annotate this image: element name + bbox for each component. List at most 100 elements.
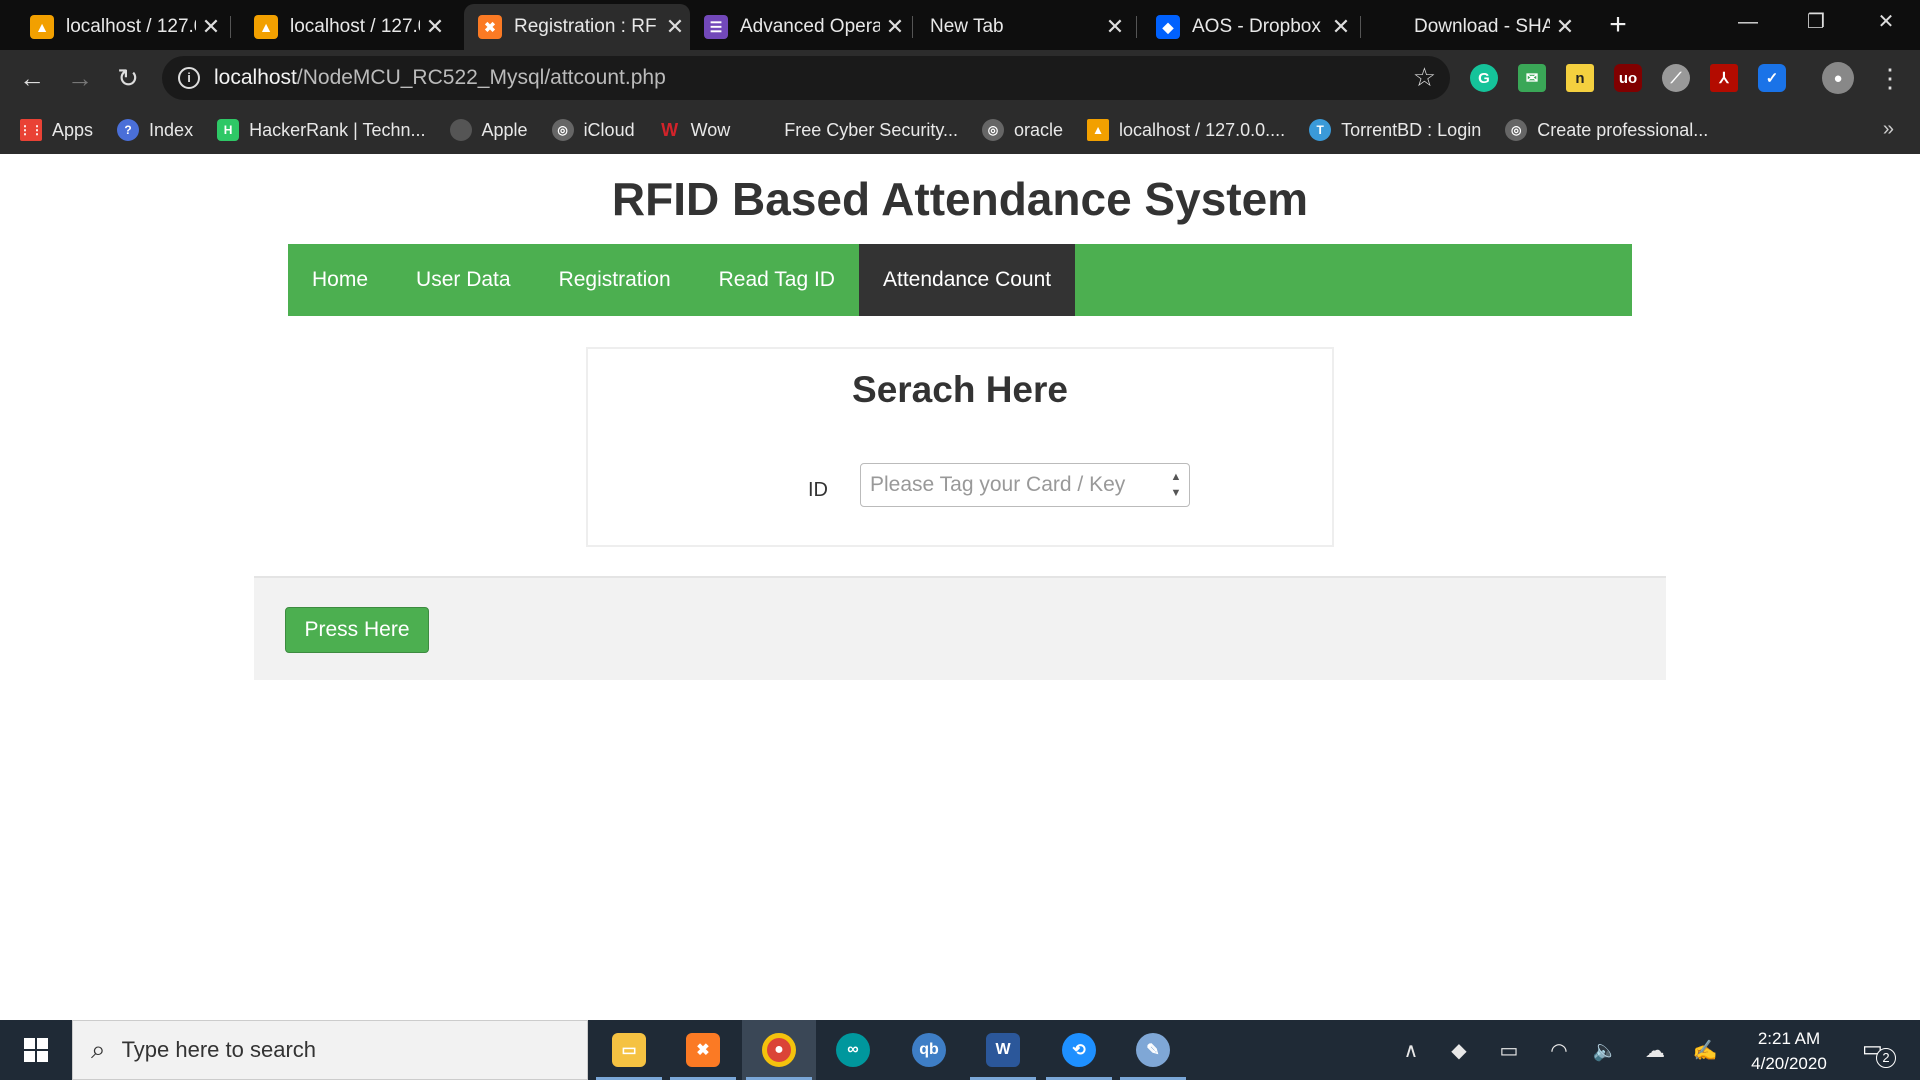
nav-home[interactable]: Home xyxy=(288,244,392,316)
id-label: ID xyxy=(808,479,828,501)
bookmark-hackerrank[interactable]: H HackerRank | Techn... xyxy=(217,119,426,141)
mail-extension-icon[interactable]: ✉ xyxy=(1518,64,1546,92)
xampp-icon: ✖ xyxy=(686,1033,720,1067)
torrentbd-icon: T xyxy=(1309,119,1332,141)
taskbar-search[interactable]: ⌕ Type here to search xyxy=(72,1020,588,1080)
chevron-up-icon[interactable]: ∧ xyxy=(1396,1038,1426,1063)
word-app[interactable]: W xyxy=(966,1020,1040,1080)
notification-center[interactable]: ▭ 2 xyxy=(1862,1036,1896,1068)
dropbox-icon[interactable]: ◆ xyxy=(1444,1038,1474,1063)
bookmark-torrentbd[interactable]: T TorrentBD : Login xyxy=(1309,119,1481,141)
bookmark-index[interactable]: ? Index xyxy=(117,119,193,141)
bookmark-oracle[interactable]: ◎ oracle xyxy=(982,119,1063,141)
tab-download[interactable]: Download - SHA ✕ xyxy=(1400,4,1580,50)
tab-divider xyxy=(230,16,231,38)
volume-icon[interactable]: 🔈 xyxy=(1590,1038,1620,1063)
bookmark-localhost[interactable]: ▲ localhost / 127.0.0.... xyxy=(1087,119,1285,141)
system-clock[interactable]: 2:21 AM 4/20/2020 xyxy=(1734,1026,1844,1076)
notion-extension-icon[interactable]: n xyxy=(1566,64,1594,92)
browser-toolbar: ← → ↻ i localhost/NodeMCU_RC522_Mysql/at… xyxy=(0,50,1920,106)
pdf-extension-icon[interactable]: ⅄ xyxy=(1710,64,1738,92)
chevron-right-icon[interactable]: » xyxy=(1883,118,1894,141)
search-panel: Serach Here ID ▲ ▼ xyxy=(586,347,1334,547)
close-icon[interactable]: ✕ xyxy=(196,14,226,40)
wow-icon: W xyxy=(661,119,679,140)
hackerrank-icon: H xyxy=(217,119,240,141)
tab-dropbox[interactable]: ◆ AOS - Dropbox ✕ xyxy=(1142,4,1356,50)
tab-advanced-opera[interactable]: ☰ Advanced Opera ✕ xyxy=(690,4,910,50)
url-text[interactable]: localhost/NodeMCU_RC522_Mysql/attcount.p… xyxy=(214,66,666,90)
form-icon: ☰ xyxy=(704,15,728,39)
arduino-app[interactable]: ∞ xyxy=(816,1020,890,1080)
search-icon: ⌕ xyxy=(91,1034,106,1064)
restore-button[interactable]: ❐ xyxy=(1782,0,1850,44)
minimize-button[interactable]: — xyxy=(1714,0,1782,44)
close-icon[interactable]: ✕ xyxy=(1100,14,1130,40)
apps-grid-icon: ⋮⋮ xyxy=(19,119,43,141)
pen-icon[interactable]: ✍ xyxy=(1690,1038,1720,1063)
tab-localhost-1[interactable]: ▲ localhost / 127.0 ✕ xyxy=(16,4,226,50)
windows-taskbar: ⌕ Type here to search ▭ ✖ ● ∞ qb W ⟲ ✎ ∧… xyxy=(0,1020,1920,1080)
avatar[interactable]: ● xyxy=(1822,62,1854,94)
close-icon[interactable]: ✕ xyxy=(1550,14,1580,40)
new-tab-button[interactable]: + xyxy=(1600,8,1636,44)
web-page: RFID Based Attendance System Home User D… xyxy=(0,154,1920,1020)
dropbox-icon: ◆ xyxy=(1156,15,1180,39)
sync-app[interactable]: ⟲ xyxy=(1042,1020,1116,1080)
qbittorrent-app[interactable]: qb xyxy=(892,1020,966,1080)
ublock-icon[interactable]: uo xyxy=(1614,64,1642,92)
press-here-button[interactable]: Press Here xyxy=(285,607,429,653)
nav-registration[interactable]: Registration xyxy=(535,244,695,316)
start-button[interactable] xyxy=(0,1020,72,1080)
close-icon[interactable]: ✕ xyxy=(880,14,910,40)
chrome-app[interactable]: ● xyxy=(742,1020,816,1080)
notification-count: 2 xyxy=(1876,1048,1896,1068)
bookmark-apps[interactable]: ⋮⋮ Apps xyxy=(19,119,93,141)
nav-attendance-count[interactable]: Attendance Count xyxy=(858,244,1076,316)
info-icon[interactable]: i xyxy=(178,67,200,89)
address-bar[interactable]: i localhost/NodeMCU_RC522_Mysql/attcount… xyxy=(162,56,1450,100)
bookmark-wow[interactable]: W Wow xyxy=(659,119,730,141)
id-input[interactable] xyxy=(860,463,1190,507)
back-button[interactable]: ← xyxy=(14,60,50,96)
clock-date: 4/20/2020 xyxy=(1751,1054,1827,1073)
close-icon[interactable]: ✕ xyxy=(660,14,690,40)
tab-divider xyxy=(912,16,913,38)
file-explorer-app[interactable]: ▭ xyxy=(592,1020,666,1080)
menu-icon[interactable]: ⋮ xyxy=(1872,60,1908,96)
tab-localhost-2[interactable]: ▲ localhost / 127.0 ✕ xyxy=(240,4,450,50)
window-close-button[interactable]: ✕ xyxy=(1852,0,1920,44)
number-stepper[interactable]: ▲ ▼ xyxy=(1164,465,1188,505)
bookmark-create-professional[interactable]: ◎ Create professional... xyxy=(1505,119,1708,141)
bookmark-star-icon[interactable]: ☆ xyxy=(1413,62,1436,93)
qbittorrent-icon: qb xyxy=(912,1033,946,1067)
bookmark-free-cyber-security[interactable]: Free Cyber Security... xyxy=(784,120,958,141)
action-bar: Press Here xyxy=(254,576,1666,680)
wifi-icon[interactable]: ◠ xyxy=(1544,1038,1574,1063)
chevron-up-icon[interactable]: ▲ xyxy=(1171,469,1182,485)
extension-icon[interactable]: ⟋ xyxy=(1662,64,1690,92)
bookmark-icloud[interactable]: ◎ iCloud xyxy=(551,119,635,141)
close-icon[interactable]: ✕ xyxy=(1326,14,1356,40)
nav-user-data[interactable]: User Data xyxy=(392,244,535,316)
close-icon[interactable]: ✕ xyxy=(420,14,450,40)
sync-icon: ⟲ xyxy=(1062,1033,1096,1067)
paint-app[interactable]: ✎ xyxy=(1116,1020,1190,1080)
xampp-app[interactable]: ✖ xyxy=(666,1020,740,1080)
bookmark-apple[interactable]: Apple xyxy=(449,119,528,141)
folder-icon: ▭ xyxy=(612,1033,646,1067)
reload-button[interactable]: ↻ xyxy=(110,60,146,96)
chevron-down-icon[interactable]: ▼ xyxy=(1171,485,1182,501)
grammarly-icon[interactable]: G xyxy=(1470,64,1498,92)
battery-icon[interactable]: ▭ xyxy=(1494,1038,1524,1063)
phpmyadmin-icon: ▲ xyxy=(254,15,278,39)
globe-icon: ◎ xyxy=(982,119,1004,141)
cloud-upload-icon[interactable]: ☁ xyxy=(1640,1038,1670,1063)
word-icon: W xyxy=(986,1033,1020,1067)
shield-icon[interactable]: ✓ xyxy=(1758,64,1786,92)
nav-read-tag-id[interactable]: Read Tag ID xyxy=(695,244,859,316)
forward-button[interactable]: → xyxy=(62,60,98,96)
tab-new-tab[interactable]: New Tab ✕ xyxy=(916,4,1130,50)
paint-palette-icon: ✎ xyxy=(1136,1033,1170,1067)
tab-registration[interactable]: ✖ Registration : RF ✕ xyxy=(464,4,690,50)
